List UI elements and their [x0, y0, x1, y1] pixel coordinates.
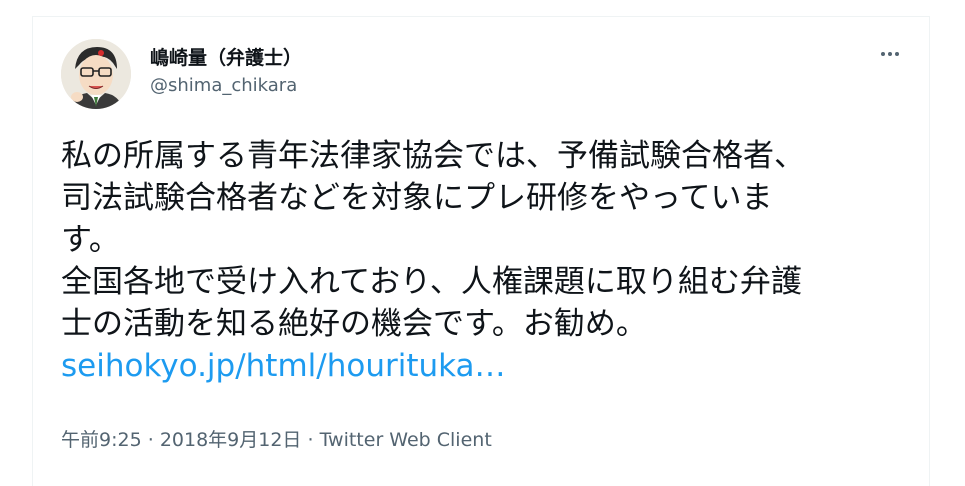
tweet-meta: 午前9:25 · 2018年9月12日 · Twitter Web Client	[61, 425, 492, 452]
avatar[interactable]	[61, 39, 131, 109]
tweet-line: 全国各地で受け入れており、人権課題に取り組む弁護	[61, 264, 802, 300]
tweet-card: 嶋崎量（弁護士） @shima_chikara 私の所属する青年法律家協会では、…	[32, 16, 930, 486]
tweet-time[interactable]: 午前9:25	[61, 429, 142, 451]
more-options-button[interactable]	[875, 39, 905, 69]
tweet-line: 私の所属する青年法律家協会では、予備試験合格者、	[61, 138, 805, 174]
author-name[interactable]: 嶋崎量（弁護士）	[150, 43, 302, 70]
tweet-date[interactable]: 2018年9月12日	[160, 429, 302, 451]
tweet-line: 司法試験合格者などを対象にプレ研修をやっていま	[61, 180, 773, 216]
avatar-illustration	[61, 39, 131, 109]
separator: ·	[147, 429, 154, 451]
separator: ·	[307, 429, 314, 451]
tweet-client: Twitter Web Client	[319, 429, 492, 451]
tweet-text: 私の所属する青年法律家協会では、予備試験合格者、 司法試験合格者などを対象にプレ…	[61, 135, 906, 387]
author-handle[interactable]: @shima_chikara	[150, 75, 297, 96]
tweet-line: す。	[61, 222, 120, 258]
more-horizontal-icon	[881, 52, 899, 56]
tweet-line: 士の活動を知る絶好の機会です。お勧め。	[61, 306, 647, 342]
tweet-link[interactable]: seihokyo.jp/html/hourituka…	[61, 348, 506, 384]
